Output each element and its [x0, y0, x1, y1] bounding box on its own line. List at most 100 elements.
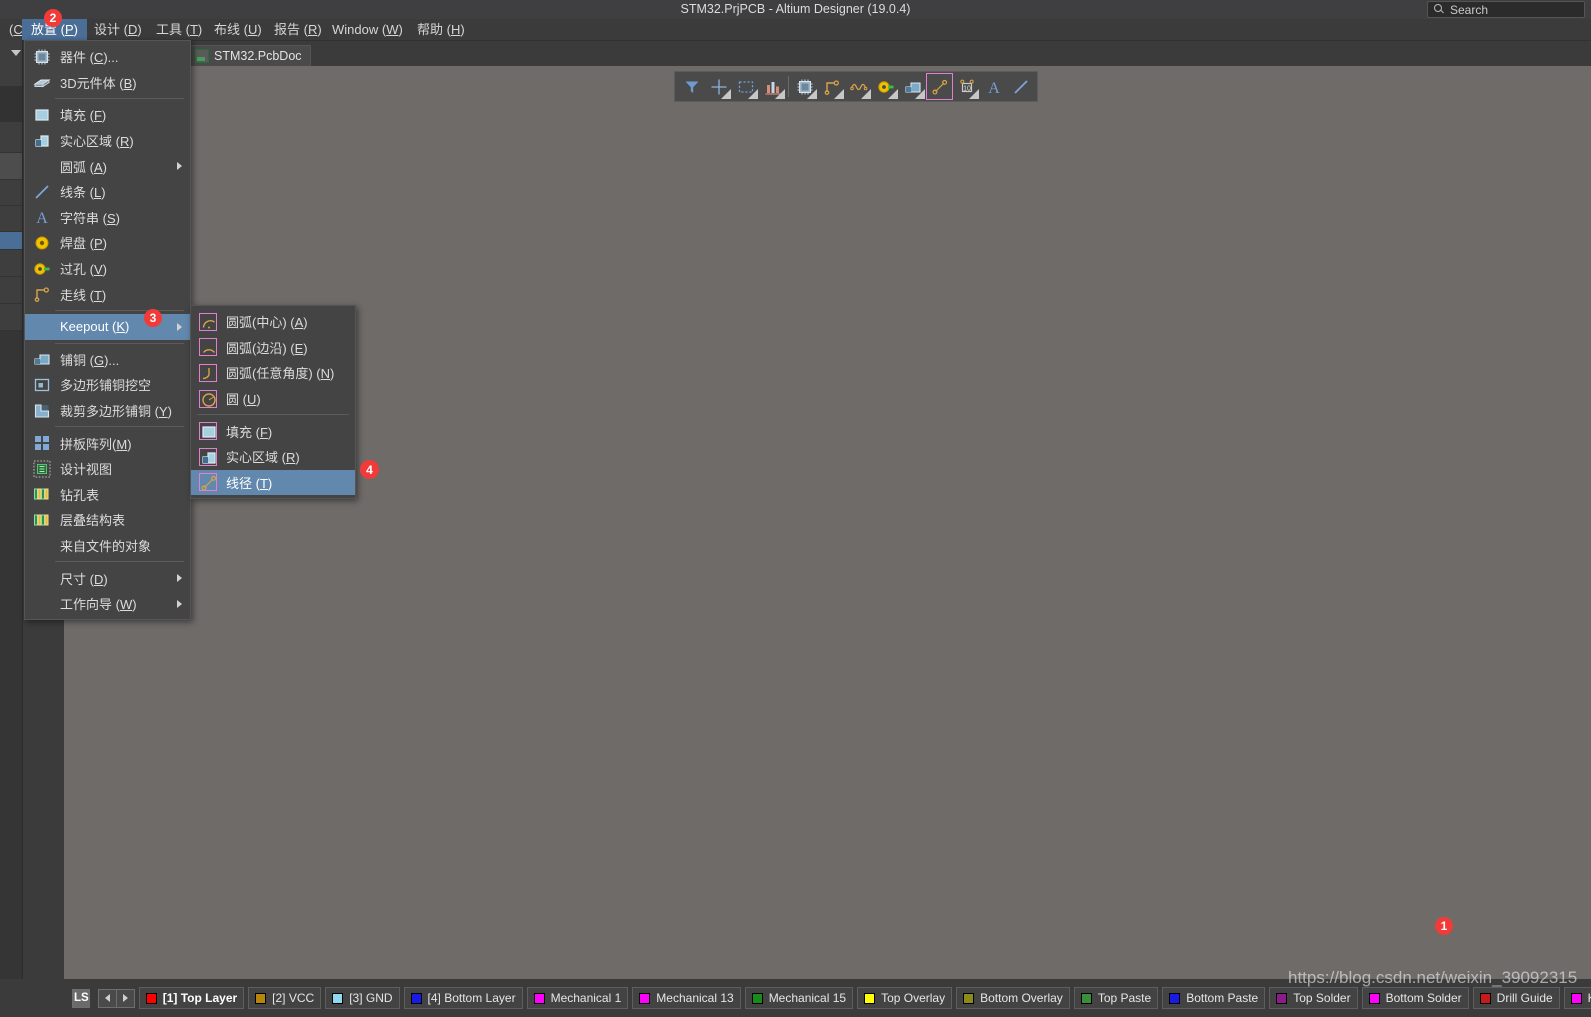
dropdown-arrow-icon[interactable]	[807, 89, 817, 99]
dock-slot-selected[interactable]	[0, 232, 22, 250]
dock-slot-panels[interactable]	[0, 40, 22, 87]
dropdown-arrow-icon[interactable]	[888, 89, 898, 99]
place-menu-item-18[interactable]: 拼板阵列(M)	[25, 430, 190, 456]
place-menu-item-4[interactable]: 实心区域 (R)	[25, 128, 190, 154]
layer-next-button[interactable]	[115, 989, 134, 1007]
layer-tab-3[interactable]: [4] Bottom Layer	[403, 987, 523, 1009]
layer-tab-8[interactable]: Bottom Overlay	[956, 987, 1070, 1009]
place-menu-item-6[interactable]: 线条 (L)	[25, 179, 190, 205]
layer-tab-0[interactable]: [1] Top Layer	[138, 987, 245, 1009]
layer-color-swatch	[1570, 992, 1582, 1004]
toolbar-align-icon[interactable]	[759, 73, 786, 100]
toolbar-filter-icon[interactable]	[678, 73, 705, 100]
dock-slot-a[interactable]	[0, 87, 22, 122]
place-menu-item-7[interactable]: A 字符串 (S)	[25, 205, 190, 231]
keepout-menu-item-3[interactable]: 圆 (U)	[191, 386, 355, 412]
toolbar-crosshair-icon[interactable]	[705, 73, 732, 100]
pcb-canvas[interactable]	[64, 66, 1591, 979]
menu-U-4[interactable]: 布线 (U)	[205, 19, 271, 40]
design-view-icon	[33, 460, 51, 478]
place-menu-item-15[interactable]: 多边形铺铜挖空	[25, 372, 190, 398]
dropdown-arrow-icon[interactable]	[721, 89, 731, 99]
layer-prev-button[interactable]	[99, 990, 116, 1007]
layer-tab-2[interactable]: [3] GND	[325, 987, 400, 1009]
keepout-menu-item-5[interactable]: 填充 (F)	[191, 418, 355, 444]
toolbar-dimension-icon[interactable]: 10	[953, 73, 980, 100]
place-menu-item-0[interactable]: 器件 (C)...	[25, 44, 190, 70]
left-dock-strip[interactable]	[0, 40, 23, 979]
svg-text:A: A	[988, 80, 1000, 96]
dropdown-arrow-icon[interactable]	[915, 89, 925, 99]
place-menu-item-5[interactable]: 圆弧 (A)	[25, 153, 190, 179]
menu-label: 设计 (D)	[94, 22, 142, 37]
menu-D-2[interactable]: 设计 (D)	[85, 19, 151, 40]
keepout-menu-item-2[interactable]: 圆弧(任意角度) (N)	[191, 360, 355, 386]
keepout-menu-item-7[interactable]: 线径 (T)	[191, 469, 355, 496]
layer-tab-12[interactable]: Bottom Solder	[1361, 987, 1469, 1009]
menu-label: 帮助 (H)	[417, 22, 465, 37]
place-menu-item-10[interactable]: 走线 (T)	[25, 281, 190, 307]
dock-slot-h[interactable]	[0, 304, 22, 331]
place-menu-item-9[interactable]: 过孔 (V)	[25, 256, 190, 282]
place-menu-item-19[interactable]: 设计视图	[25, 456, 190, 482]
dropdown-arrow-icon[interactable]	[775, 89, 785, 99]
toolbar-keepout-track-icon[interactable]	[926, 73, 953, 100]
keepout-menu-item-6[interactable]: 实心区域 (R)	[191, 444, 355, 470]
layer-tab-4[interactable]: Mechanical 1	[526, 987, 629, 1009]
dock-slot-e[interactable]	[0, 206, 22, 232]
menu-T-3[interactable]: 工具 (T)	[147, 19, 211, 40]
toolbar-differential-pair-icon[interactable]	[845, 73, 872, 100]
dock-slot-g[interactable]	[0, 277, 22, 304]
place-menu-item-14[interactable]: 铺铜 (G)...	[25, 347, 190, 373]
place-menu-item-16[interactable]: 裁剪多边形铺铜 (Y)	[25, 398, 190, 424]
dock-slot-b[interactable]	[0, 122, 22, 153]
no-icon	[33, 318, 51, 336]
place-menu-item-12[interactable]: Keepout (K)	[25, 313, 190, 340]
place-menu-item-24[interactable]: 尺寸 (D)	[25, 565, 190, 591]
toolbar-component-icon[interactable]	[791, 73, 818, 100]
keepout-menu-item-1[interactable]: 圆弧(边沿) (E)	[191, 335, 355, 361]
layer-tab-5[interactable]: Mechanical 13	[632, 987, 741, 1009]
menu-W-6[interactable]: Window (W)	[323, 19, 412, 40]
document-tab-stm32-pcbdoc[interactable]: STM32.PcbDoc	[189, 45, 311, 66]
dock-slot-d[interactable]	[0, 180, 22, 206]
toolbar-via-icon[interactable]	[872, 73, 899, 100]
layer-tab-13[interactable]: Drill Guide	[1472, 987, 1560, 1009]
dock-slot-f[interactable]	[0, 250, 22, 277]
dropdown-arrow-icon[interactable]	[834, 89, 844, 99]
layer-color-swatch	[1276, 992, 1288, 1004]
toolbar-polygon-pour-icon[interactable]	[899, 73, 926, 100]
layer-tab-6[interactable]: Mechanical 15	[744, 987, 854, 1009]
dropdown-arrow-icon[interactable]	[748, 89, 758, 99]
layer-set-label[interactable]: LS	[74, 988, 90, 1008]
circle-icon	[199, 389, 217, 408]
layer-tab-9[interactable]: Top Paste	[1073, 987, 1159, 1009]
dropdown-arrow-icon[interactable]	[861, 89, 871, 99]
layer-tab-11[interactable]: Top Solder	[1269, 987, 1358, 1009]
dropdown-arrow-icon[interactable]	[969, 89, 979, 99]
dock-slot-c[interactable]	[0, 153, 22, 180]
layer-tab-14[interactable]: Keep-Out Layer	[1563, 987, 1591, 1009]
place-menu-item-3[interactable]: 填充 (F)	[25, 102, 190, 128]
layer-tab-7[interactable]: Top Overlay	[857, 987, 953, 1009]
place-menu-item-1[interactable]: 3D元件体 (B)	[25, 70, 190, 96]
layer-tab-10[interactable]: Bottom Paste	[1162, 987, 1266, 1009]
place-menu-item-20[interactable]: 钻孔表	[25, 482, 190, 508]
layer-tab-label: Top Overlay	[881, 991, 946, 1005]
layer-tab-1[interactable]: [2] VCC	[248, 987, 322, 1009]
place-menu-item-22[interactable]: 来自文件的对象	[25, 533, 190, 559]
menu-H-7[interactable]: 帮助 (H)	[408, 19, 474, 40]
keepout-menu-item-label: 圆弧(中心) (A)	[226, 315, 308, 331]
toolbar-route-track-icon[interactable]	[818, 73, 845, 100]
search-input[interactable]: Search	[1427, 1, 1585, 18]
menu-R-5[interactable]: 报告 (R)	[265, 19, 331, 40]
toolbar-select-area-icon[interactable]	[732, 73, 759, 100]
place-menu-item-label: 层叠结构表	[60, 513, 126, 529]
place-menu-item-8[interactable]: 焊盘 (P)	[25, 230, 190, 256]
toolbar-line-icon[interactable]	[1007, 73, 1034, 100]
toolbar-string-icon[interactable]: A	[980, 73, 1007, 100]
place-menu-item-21[interactable]: 层叠结构表	[25, 507, 190, 533]
place-menu-item-25[interactable]: 工作向导 (W)	[25, 591, 190, 617]
keepout-menu-item-0[interactable]: 圆弧(中心) (A)	[191, 309, 355, 335]
place-menu-item-label: 线条 (L)	[60, 185, 106, 201]
